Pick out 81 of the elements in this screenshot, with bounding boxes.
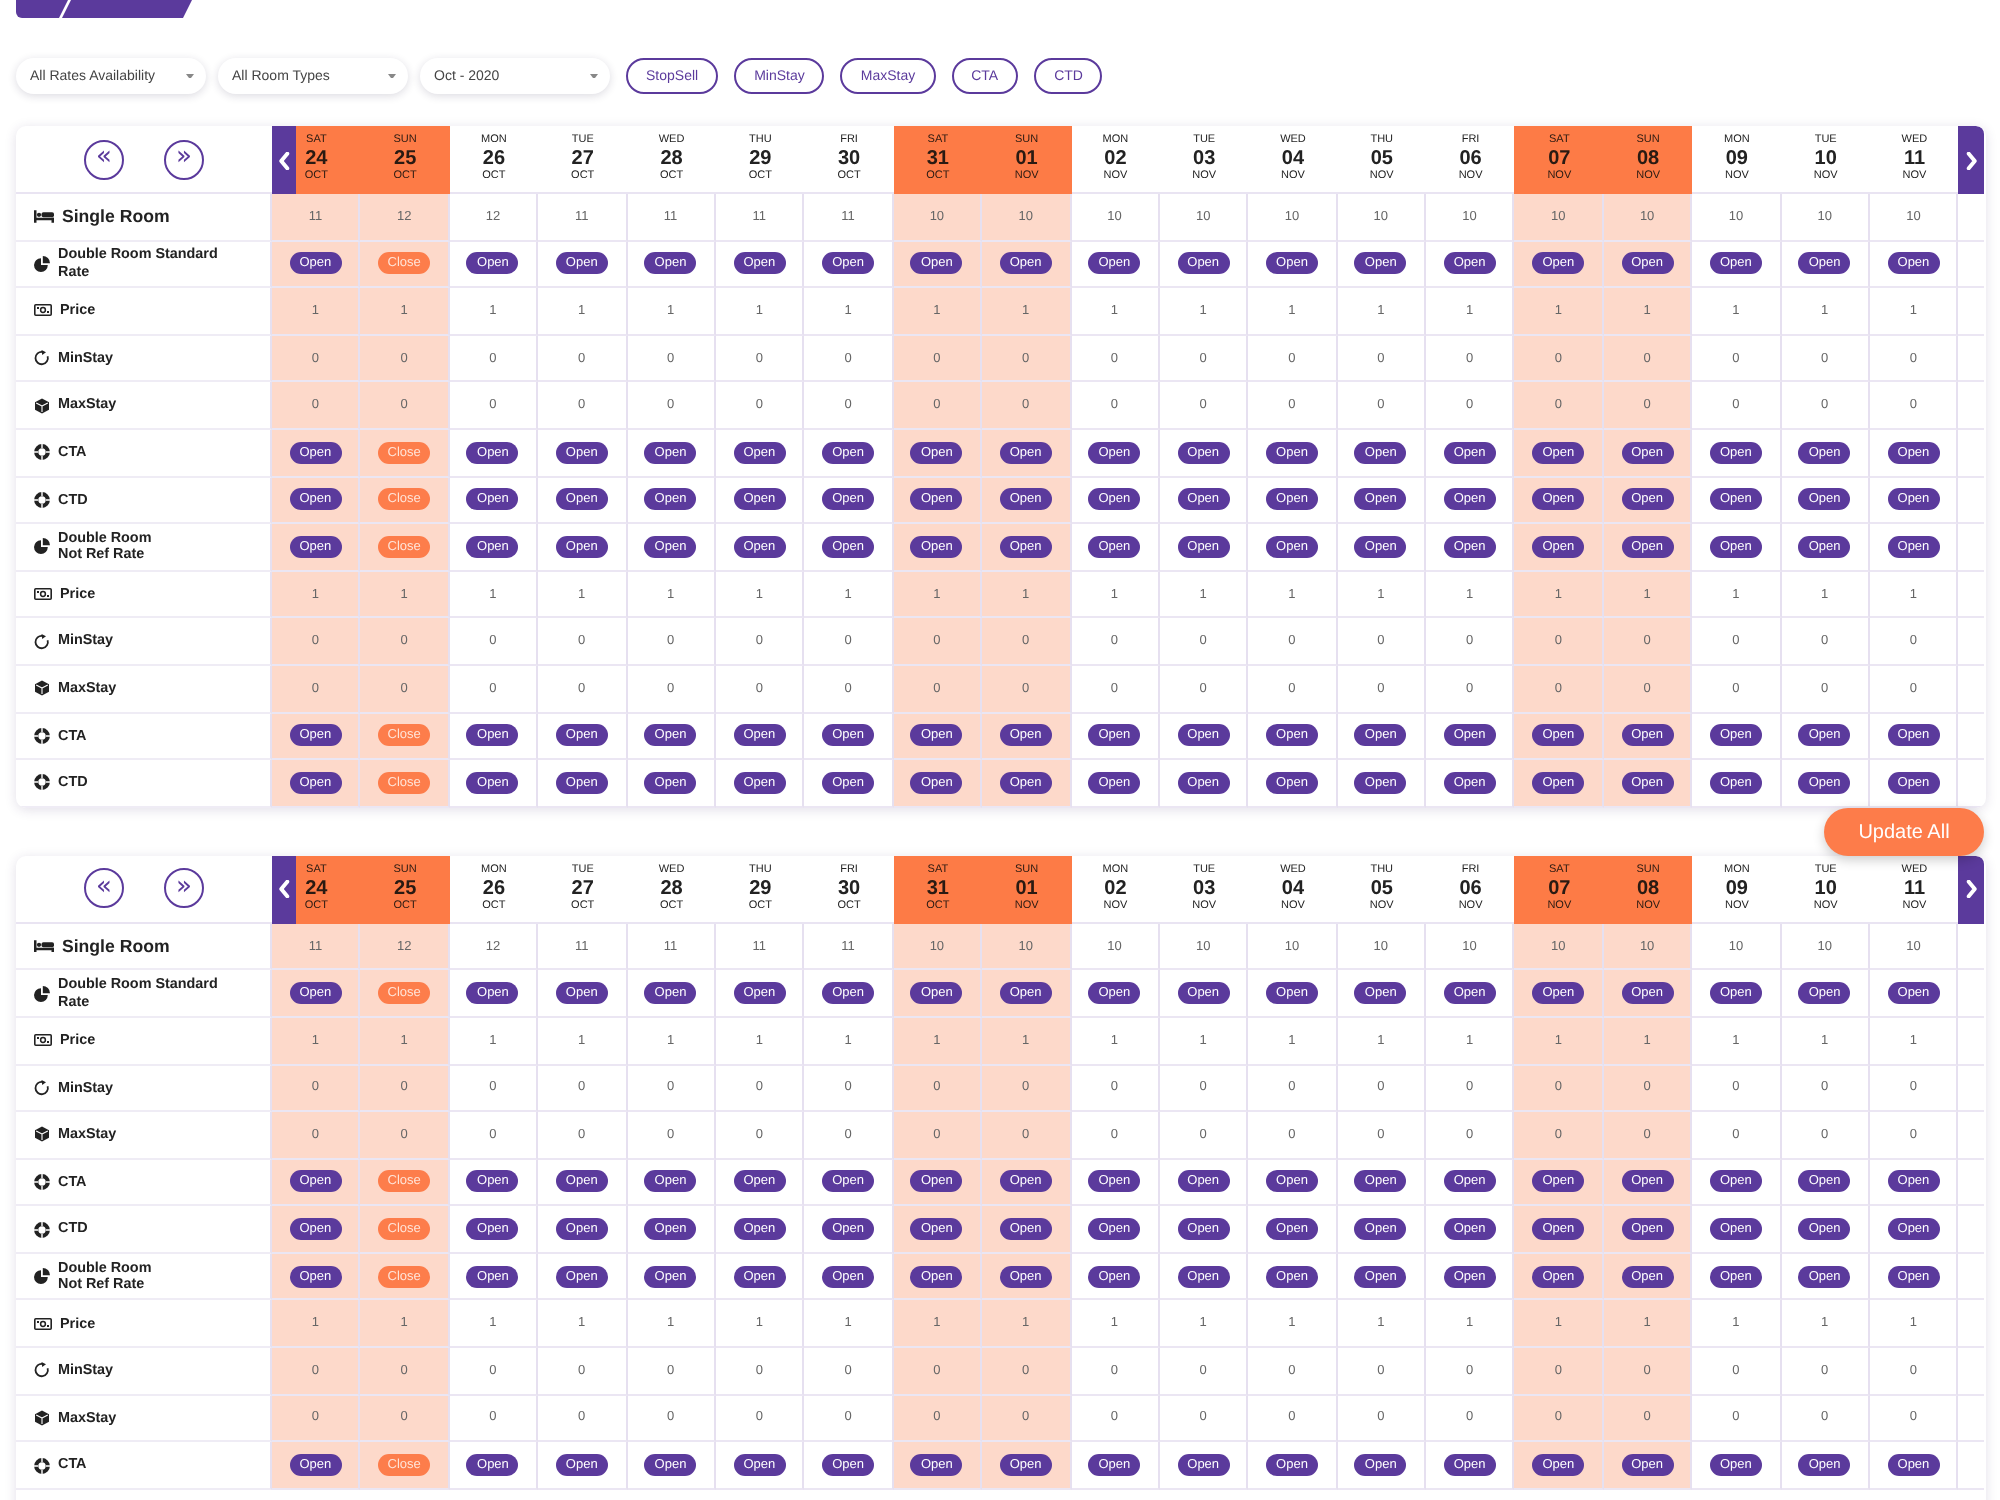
circular-arrow-icon <box>34 633 50 650</box>
date-number: 07 <box>1548 148 1571 170</box>
circular-arrow-icon <box>34 350 50 367</box>
circular-arrow-icon <box>34 1079 50 1096</box>
row-label: Single Room <box>62 937 170 955</box>
date-number: 09 <box>1725 877 1748 900</box>
lifebuoy-icon <box>34 1221 50 1238</box>
lifebuoy-icon <box>34 1457 50 1474</box>
date-number: 28 <box>660 148 683 170</box>
pie-chart-icon <box>34 1268 50 1285</box>
date-number: 31 <box>926 148 949 170</box>
date-number: 04 <box>1281 148 1305 170</box>
jump-forward-button[interactable]: » <box>164 868 204 909</box>
date-number: 31 <box>926 877 949 900</box>
date-number: 06 <box>1459 148 1482 170</box>
date-number: 03 <box>1193 148 1216 170</box>
breadcrumb-tab[interactable] <box>16 0 68 18</box>
caret-icon <box>388 73 396 79</box>
cube-icon <box>34 397 50 414</box>
banknote-icon <box>34 304 52 317</box>
date-number: 08 <box>1636 148 1660 170</box>
circular-arrow-icon <box>34 1362 50 1379</box>
date-number: 29 <box>749 148 772 170</box>
date-number: 29 <box>749 877 772 900</box>
date-number: 28 <box>660 877 683 900</box>
pie-chart-icon <box>34 985 50 1002</box>
date-number: 10 <box>1814 148 1837 170</box>
date-number: 01 <box>1015 877 1038 900</box>
jump-back-button[interactable]: « <box>84 139 124 179</box>
date-number: 08 <box>1636 877 1660 900</box>
date-number: 03 <box>1193 877 1216 900</box>
banknote-icon <box>34 1034 52 1047</box>
lifebuoy-icon <box>34 1173 50 1190</box>
caret-icon <box>186 73 194 79</box>
caret-icon <box>590 73 598 79</box>
pie-chart-icon <box>34 255 50 272</box>
date-number: 02 <box>1104 148 1127 170</box>
date-number: 26 <box>482 877 506 900</box>
scroll-right-button[interactable] <box>1958 126 1985 194</box>
scroll-right-button[interactable] <box>1958 855 1985 924</box>
lifebuoy-icon <box>34 444 50 461</box>
date-number: 05 <box>1370 877 1393 900</box>
bed-icon <box>34 939 54 953</box>
date-number: 26 <box>482 148 506 170</box>
chevron-right-icon <box>1965 880 1978 899</box>
date-number: 25 <box>394 148 417 170</box>
date-number: 09 <box>1725 148 1748 170</box>
date-number: 24 <box>305 148 328 170</box>
date-number: 27 <box>571 877 594 900</box>
row-label: Single Room <box>62 208 170 226</box>
chevron-right-icon <box>1965 151 1978 169</box>
date-number: 30 <box>837 148 861 170</box>
bed-icon <box>34 210 54 224</box>
date-number: 01 <box>1015 148 1038 170</box>
date-number: 25 <box>394 877 417 900</box>
date-number: 06 <box>1459 877 1482 900</box>
pie-chart-icon <box>34 538 50 555</box>
date-number: 11 <box>1903 148 1926 170</box>
date-number: 04 <box>1281 877 1305 900</box>
jump-forward-button[interactable]: » <box>164 139 204 179</box>
cube-icon <box>34 1126 50 1143</box>
date-number: 05 <box>1370 148 1393 170</box>
date-number: 27 <box>571 148 594 170</box>
jump-back-button[interactable]: « <box>84 868 124 909</box>
lifebuoy-icon <box>34 491 50 508</box>
chevron-left-icon <box>278 151 290 169</box>
date-number: 24 <box>305 877 328 900</box>
date-number: 30 <box>837 877 861 900</box>
banknote-icon <box>34 1317 52 1330</box>
scroll-left-button[interactable] <box>272 855 296 924</box>
cube-icon <box>34 1409 50 1426</box>
date-number: 07 <box>1548 877 1571 900</box>
banknote-icon <box>34 588 52 601</box>
cube-icon <box>34 680 50 697</box>
date-number: 10 <box>1814 877 1837 900</box>
lifebuoy-icon <box>34 727 50 744</box>
date-number: 11 <box>1903 877 1926 900</box>
scroll-left-button[interactable] <box>272 126 296 194</box>
lifebuoy-icon <box>34 774 50 791</box>
date-number: 02 <box>1104 877 1127 900</box>
chevron-left-icon <box>278 880 290 899</box>
